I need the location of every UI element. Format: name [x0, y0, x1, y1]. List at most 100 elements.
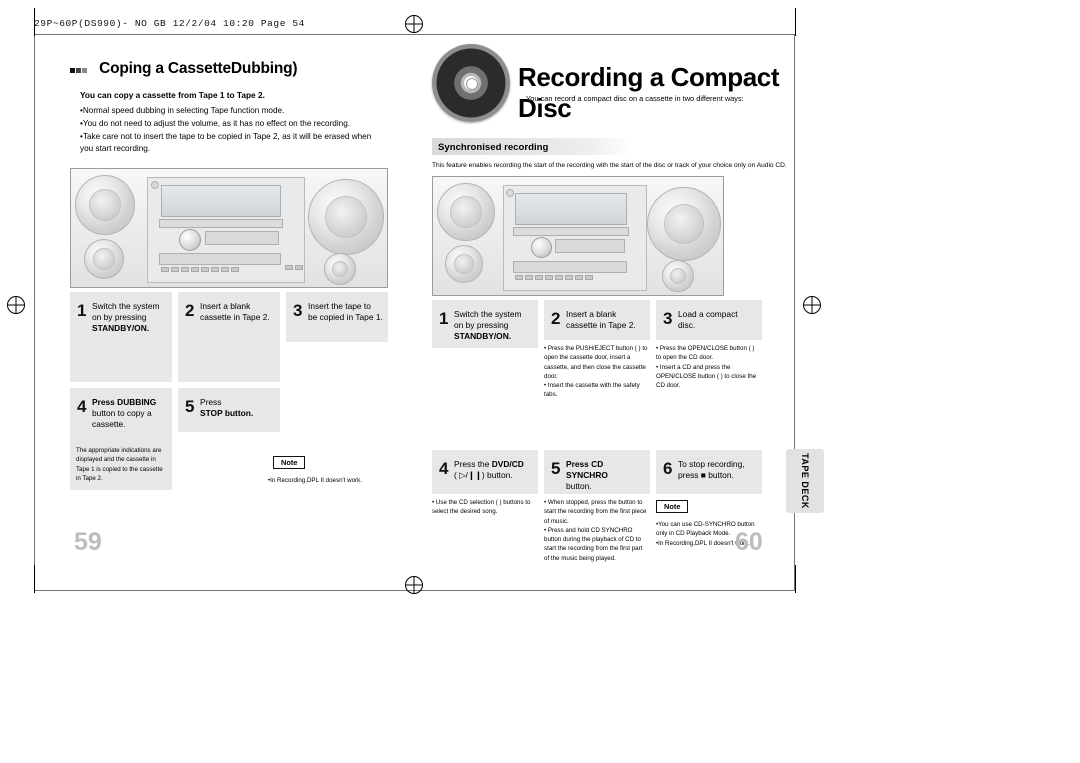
left-bullet-2: •You do not need to adjust the volume, a…	[80, 118, 351, 128]
left-band-2	[178, 341, 280, 382]
right-step-4-line-2: ( ▷/❙❙) button.	[454, 470, 513, 481]
right-step-1-number: 1	[439, 309, 449, 328]
left-step-5: 5 Press STOP button.	[178, 387, 280, 432]
right-speaker-large	[308, 178, 384, 255]
right-function-button-row	[515, 275, 593, 280]
left-page: Coping a CassetteDubbing) You can copy a…	[70, 60, 388, 508]
left-step-2-text: Insert a blank cassette in Tape 2.	[200, 301, 275, 323]
right-step-5-line-2: button.	[566, 481, 592, 492]
manual-page: 29P~60P(DS990)- NO GB 12/2/04 10:20 Page…	[0, 0, 1080, 763]
right-left-speaker-small	[445, 245, 483, 283]
right-note-badge-label: Note	[664, 502, 681, 511]
right-product-illustration	[432, 176, 724, 296]
left-step-1-line-2: on by pressing	[92, 312, 147, 322]
right-step-4-number: 4	[439, 459, 449, 478]
right-power-indicator	[506, 189, 514, 197]
right-step-3-text: Load a compact disc.	[678, 309, 757, 331]
print-header: 29P~60P(DS990)- NO GB 12/2/04 10:20 Page…	[34, 18, 305, 29]
registration-mark-left	[7, 296, 25, 314]
left-step-1-number: 1	[77, 300, 87, 320]
registration-mark-bottom	[405, 576, 423, 594]
left-step-1: 1 Switch the system on by pressing STAND…	[70, 291, 172, 342]
right-step-4-line-1: Press the Press the DVD/CDDVD/CD	[454, 459, 524, 469]
right-note-badge: Note	[656, 500, 689, 513]
left-step-5-line-1: Press	[200, 396, 222, 407]
rule-top	[34, 34, 794, 35]
left-step-4-note: The appropriate indications are displaye…	[76, 446, 163, 482]
left-step-2-line-1: Insert a blank	[200, 300, 251, 311]
right-step-6-line-2: press ■ button.	[678, 470, 734, 481]
right-step-6-line-1: To stop recording,	[678, 459, 745, 469]
diamond-dots-icon	[70, 60, 88, 78]
left-step-5-text: Press STOP button.	[200, 397, 275, 419]
left-step-4-line-3: cassette.	[92, 419, 126, 430]
cassette-door-1	[205, 230, 279, 245]
right-volume-knob	[531, 237, 552, 258]
power-indicator	[151, 180, 159, 189]
left-step-3-text: Insert the tape to be copied in Tape 1.	[308, 301, 383, 323]
left-step-4-line-2: button to copy a	[92, 408, 152, 418]
right-step-4: 4 Press the Press the DVD/CDDVD/CD ( ▷/❙…	[432, 450, 538, 494]
left-step-2-number: 2	[185, 300, 195, 320]
right-steps-row-1: 1 Switch the system on by pressing STAND…	[432, 300, 824, 434]
left-step-1-line-3: STANDBY/ON.	[92, 323, 150, 334]
side-tab-tape-deck: TAPE DECK	[786, 449, 824, 513]
right-step-3: 3 Load a compact disc.	[656, 300, 762, 340]
compact-disc-icon	[432, 44, 510, 122]
left-note-5-text: •In Recording,DPL II doesn't work.	[268, 476, 362, 484]
volume-knob	[179, 228, 201, 251]
right-step-4-text: Press the Press the DVD/CDDVD/CD ( ▷/❙❙)…	[454, 459, 533, 481]
left-step-4-number: 4	[77, 396, 87, 416]
right-display-screen	[515, 193, 627, 225]
right-step-2-line-1: Insert a blank	[566, 309, 617, 319]
right-step-5: 5 Press CD SYNCHRO button.	[544, 450, 650, 494]
right-step-1: 1 Switch the system on by pressing STAND…	[432, 300, 538, 348]
left-step-3-number: 3	[293, 300, 303, 320]
section-heading-bar: Synchronised recording	[432, 138, 632, 155]
right-page-subcaption: You can record a compact disc on a casse…	[526, 94, 744, 103]
section-description: This feature enables recording the start…	[432, 162, 787, 169]
left-band-1	[70, 341, 172, 382]
disc-tray	[159, 218, 283, 228]
right-step-2-text: Insert a blank cassette in Tape 2.	[566, 309, 645, 331]
left-step-2-line-2: cassette in Tape 2.	[200, 312, 270, 322]
left-product-illustration	[70, 167, 388, 288]
left-note-badge-label: Note	[281, 457, 298, 467]
left-bullet-list: •Normal speed dubbing in selecting Tape …	[80, 105, 388, 156]
right-step-2-line-2: cassette in Tape 2.	[566, 320, 636, 331]
left-page-number: 59	[74, 528, 102, 556]
left-step-4: 4 Press DUBBING button to copy a cassett…	[70, 387, 172, 442]
left-step-2: 2 Insert a blank cassette in Tape 2.	[178, 291, 280, 342]
left-step-1-text: Switch the system on by pressing STANDBY…	[92, 301, 167, 334]
left-steps-row-1: 1 Switch the system on by pressing STAND…	[70, 291, 388, 388]
left-step-4-line-1: Press DUBBING	[92, 396, 157, 407]
right-left-speaker-large	[437, 183, 495, 241]
left-bullet-1: •Normal speed dubbing in selecting Tape …	[80, 106, 285, 116]
left-note-badge: Note	[273, 455, 306, 469]
left-steps-row-2: 4 Press DUBBING button to copy a cassett…	[70, 387, 388, 508]
right-step-6-text: To stop recording, press ■ button.	[678, 459, 757, 481]
side-tab-label: TAPE DECK	[800, 453, 810, 509]
right-step-1-line-3: STANDBY/ON.	[454, 331, 512, 342]
left-bullet-3: •Take care not to insert the tape to be …	[80, 131, 372, 141]
right-step-3-line-1: Load a compact	[678, 309, 738, 319]
right-step-5-note: • When stopped, press the button to star…	[544, 499, 647, 562]
right-step-3-line-2: disc.	[678, 320, 696, 331]
right-step-1-text: Switch the system on by pressing STANDBY…	[454, 309, 533, 342]
right-step-2-number: 2	[551, 309, 561, 328]
right-section-block: Synchronised recording This feature enab…	[432, 138, 824, 171]
right-cassette-door-2	[513, 261, 627, 273]
right-disc-tray	[513, 227, 629, 236]
left-step-1-line-1: Switch the system	[92, 300, 160, 311]
left-spacer-3	[286, 341, 388, 388]
right-right-speaker-large	[647, 187, 721, 261]
right-step-1-line-1: Switch the system	[454, 309, 522, 319]
right-step-6: 6 To stop recording, press ■ button.	[656, 450, 762, 494]
left-step-5-number: 5	[185, 396, 195, 416]
right-step-1-line-2: on by pressing	[454, 320, 509, 331]
right-page-number: 60	[735, 528, 763, 556]
left-step-5-line-2: STOP button.	[200, 408, 254, 418]
rule-left	[34, 34, 35, 591]
right-step-2: 2 Insert a blank cassette in Tape 2.	[544, 300, 650, 340]
right-step-6-number: 6	[663, 459, 673, 478]
